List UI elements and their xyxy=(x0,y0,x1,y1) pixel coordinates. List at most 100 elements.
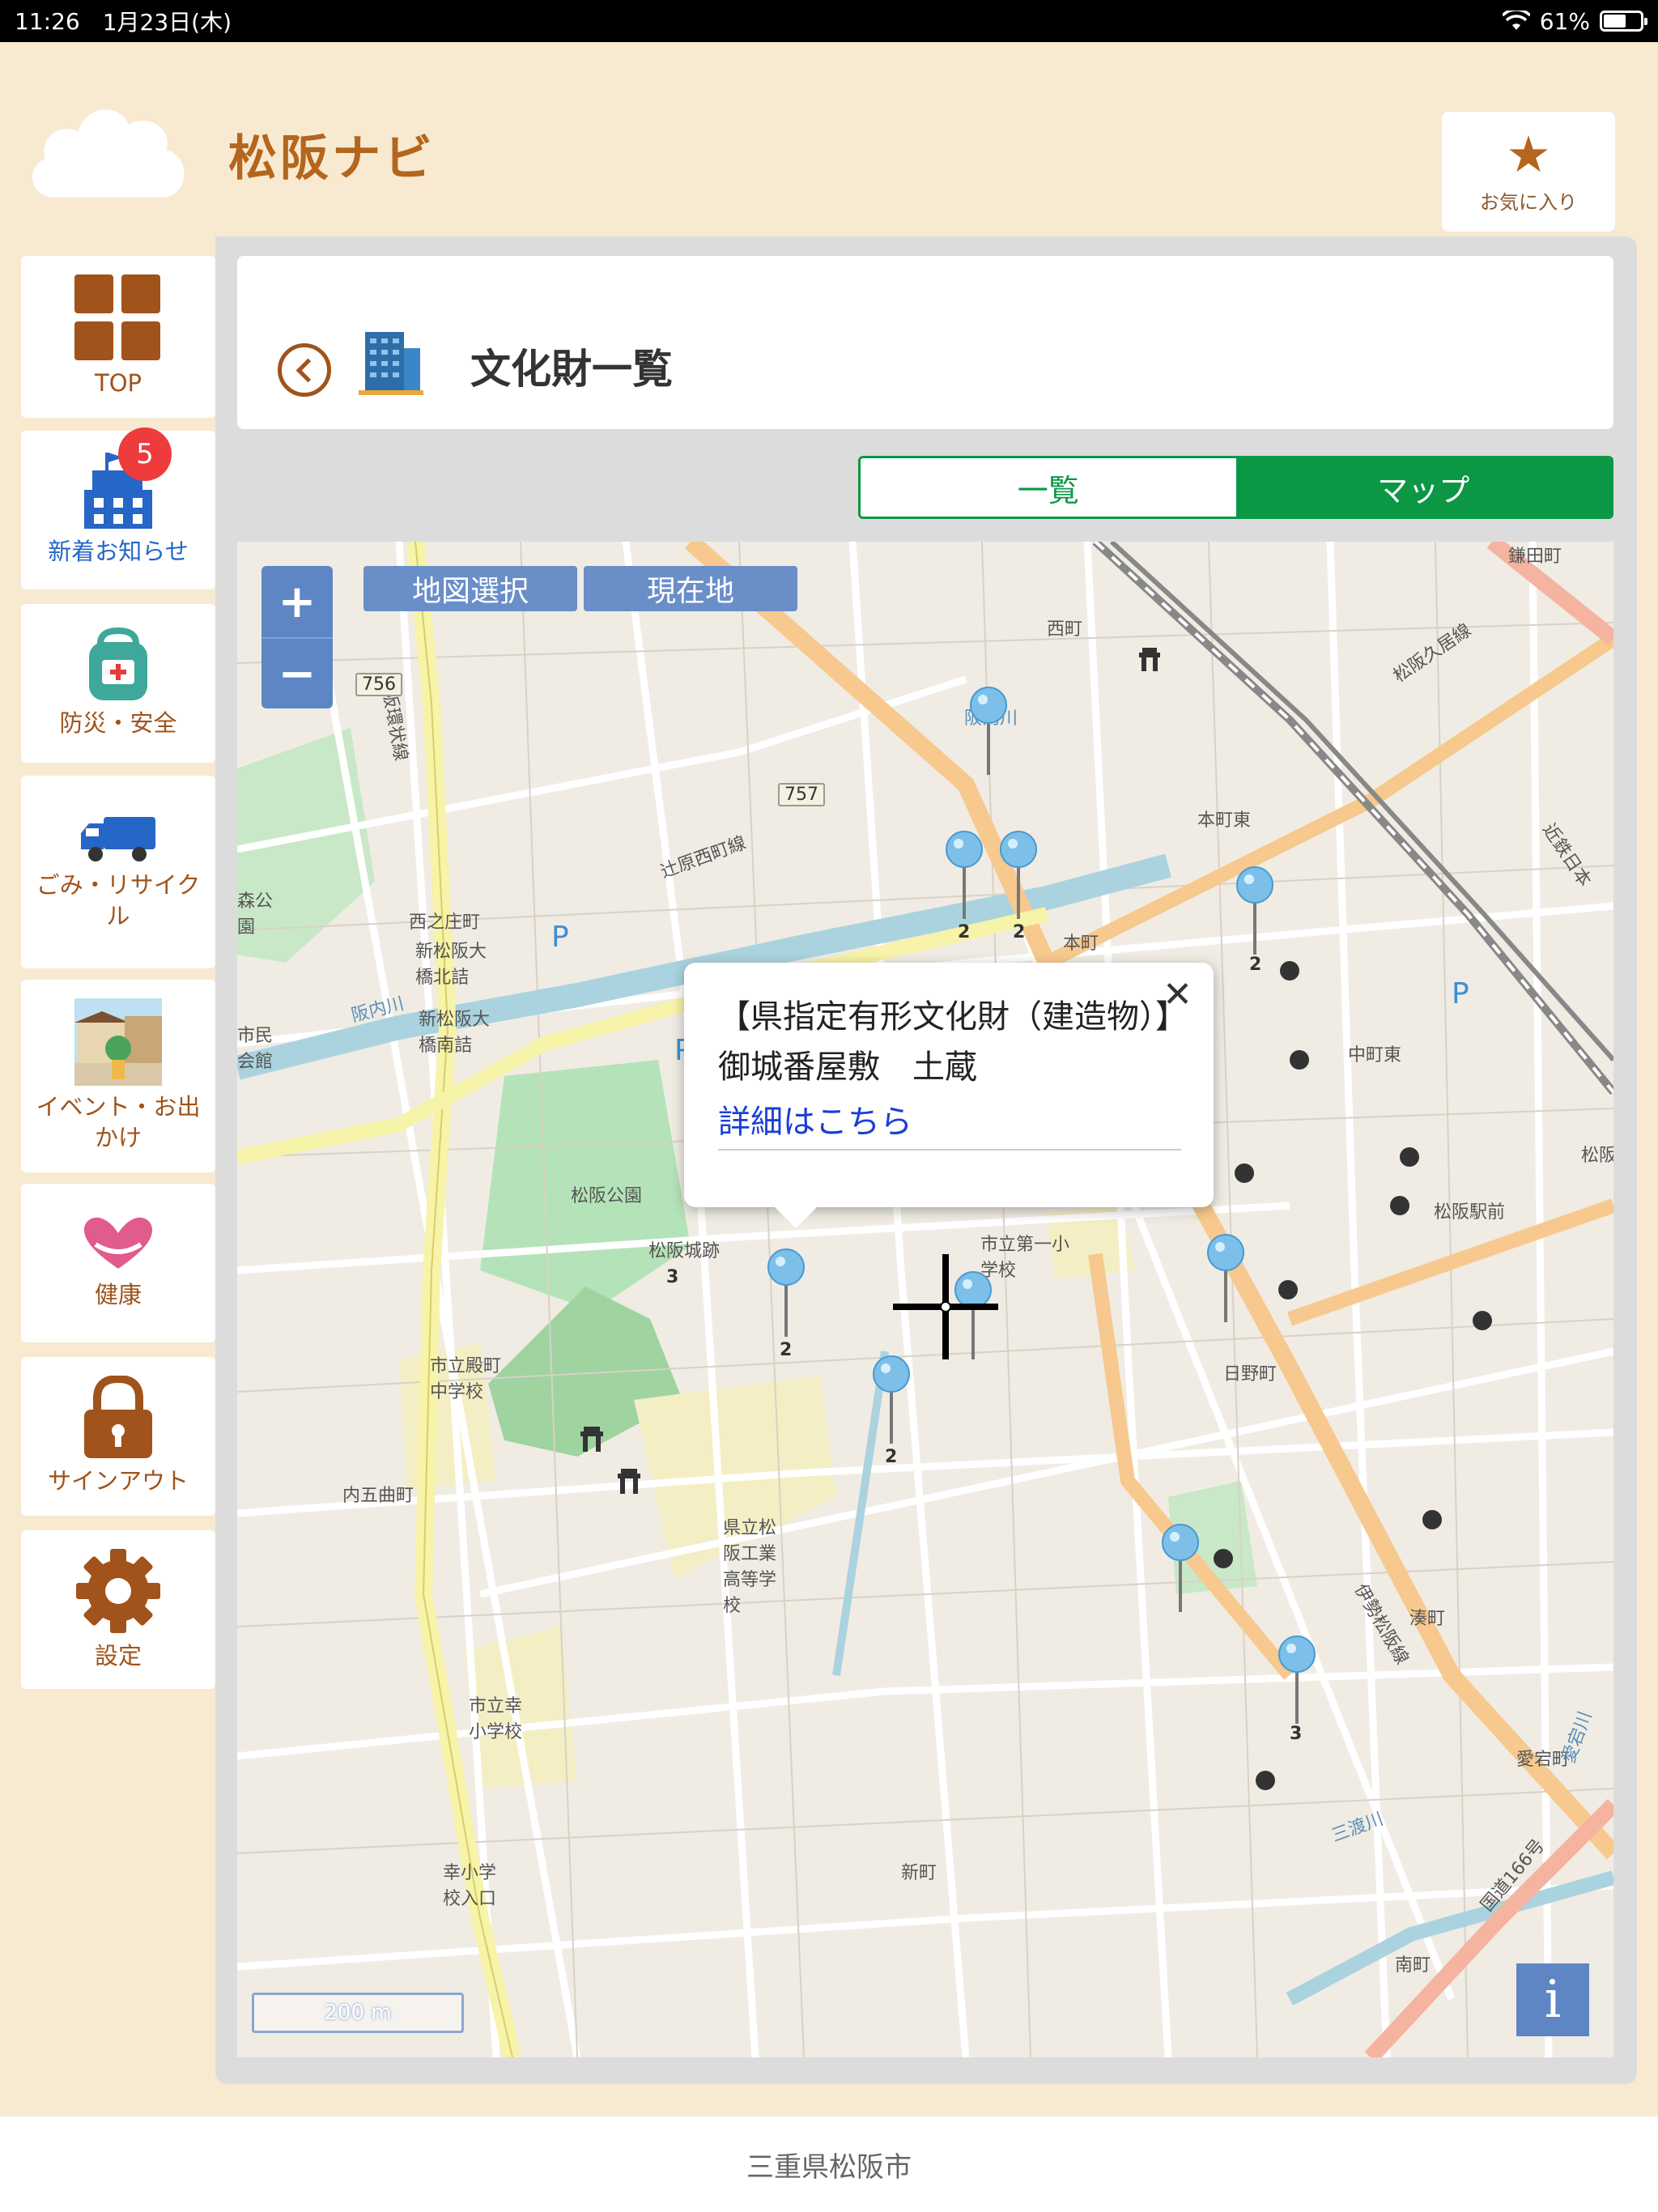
main-panel: 文化財一覧 一覧 マップ P P P 鎌田町 西町 本町東 松阪久居線 辻原西町… xyxy=(215,236,1637,2084)
sidebar-item-health[interactable]: 健康 xyxy=(21,1184,215,1342)
map-label: 市立幸小学校 xyxy=(469,1696,523,1742)
map-label: 幸小学校入口 xyxy=(443,1863,497,1909)
sidebar-item-settings[interactable]: 設定 xyxy=(21,1530,215,1689)
pin-count: 2 xyxy=(958,922,971,942)
title-card: 文化財一覧 xyxy=(237,256,1613,429)
status-right: 61% xyxy=(1502,7,1647,35)
map-label: 市民会館 xyxy=(237,1026,274,1072)
road-number: 756 xyxy=(355,673,402,696)
lock-icon xyxy=(84,1376,152,1459)
map-label: 松阪 xyxy=(1581,1146,1613,1166)
map-label: 森公園 xyxy=(237,891,274,938)
page-title: 文化財一覧 xyxy=(470,346,673,393)
map-label: 湊町 xyxy=(1409,1609,1446,1629)
pin-count: 3 xyxy=(1290,1724,1303,1744)
map-label: 新町 xyxy=(901,1863,937,1883)
map-label: 松阪城跡 xyxy=(648,1241,721,1261)
pin-count: 3 xyxy=(666,1267,679,1287)
back-icon[interactable] xyxy=(278,343,331,397)
map-label: 県立松阪工業高等学校 xyxy=(723,1518,777,1616)
map-pin[interactable] xyxy=(1277,1635,1317,1732)
map-label: 新松阪大橋南詰 xyxy=(419,1010,491,1056)
header: 松阪ナビ ★ お気に入り xyxy=(0,42,1658,232)
pin-count: 2 xyxy=(885,1447,898,1467)
sidebar-item-label: ごみ・リサイクル xyxy=(36,871,201,929)
map-pin[interactable] xyxy=(968,686,1009,783)
map-pin[interactable] xyxy=(766,1248,806,1345)
star-icon: ★ xyxy=(1506,124,1551,184)
battery-icon xyxy=(1600,11,1647,32)
backpack-icon xyxy=(89,627,147,701)
map-label: 市立殿町中学校 xyxy=(430,1356,502,1402)
sidebar-item-label: イベント・お出かけ xyxy=(36,1093,201,1151)
map-label: 中町東 xyxy=(1348,1045,1402,1066)
map-pin[interactable] xyxy=(1235,866,1275,963)
current-location-button[interactable]: 現在地 xyxy=(584,566,797,611)
news-badge: 5 xyxy=(118,428,172,481)
map-label: 本町 xyxy=(1063,934,1099,954)
map-select-button[interactable]: 地図選択 xyxy=(363,566,577,611)
crosshair-icon xyxy=(893,1254,998,1359)
map-label: 西之庄町 xyxy=(409,912,481,933)
sidebar-item-news[interactable]: 5 新着お知らせ xyxy=(21,428,215,589)
cloud-logo-icon xyxy=(32,109,185,198)
pin-count: 2 xyxy=(780,1340,793,1360)
map-label: 日野町 xyxy=(1223,1364,1278,1385)
battery-fill xyxy=(1604,15,1626,28)
sidebar-item-label: 防災・安全 xyxy=(59,709,177,738)
scale-bar: 200 m xyxy=(252,1993,464,2033)
close-icon[interactable]: ✕ xyxy=(1163,974,1192,1015)
garbage-truck-icon xyxy=(81,817,155,862)
office-building-icon xyxy=(359,332,423,395)
tab-list[interactable]: 一覧 xyxy=(861,458,1236,517)
footer: 三重県松阪市 xyxy=(0,2116,1658,2212)
map[interactable]: P P P 鎌田町 西町 阪内川 本町東 松阪久居線 辻原西町線 西之庄町 新松… xyxy=(237,542,1613,2057)
sidebar-item-label: 設定 xyxy=(94,1642,142,1670)
svg-text:P: P xyxy=(1452,977,1469,1010)
sidebar-item-top[interactable]: TOP xyxy=(21,256,215,418)
pin-count: 2 xyxy=(1013,922,1026,942)
app-title: 松阪ナビ xyxy=(228,130,436,187)
tab-map[interactable]: マップ xyxy=(1235,458,1611,517)
road-number: 757 xyxy=(778,783,825,806)
info-button[interactable]: i xyxy=(1516,1963,1589,2036)
map-popup: ✕ 【県指定有形文化財（建造物）】 御城番屋敷 土蔵 詳細はこちら xyxy=(684,963,1214,1228)
sidebar-item-label: サインアウト xyxy=(47,1467,189,1495)
status-time: 11:26 xyxy=(15,7,80,35)
battery-percent: 61% xyxy=(1539,7,1590,35)
view-toggle: 一覧 マップ xyxy=(858,456,1613,519)
sidebar-item-label: 健康 xyxy=(94,1281,142,1309)
map-pin[interactable] xyxy=(1205,1233,1246,1330)
favorites-button[interactable]: ★ お気に入り xyxy=(1442,112,1615,232)
event-icon xyxy=(74,998,162,1087)
map-label: 内五曲町 xyxy=(342,1486,414,1506)
sidebar-item-label: TOP xyxy=(94,369,142,398)
zoom-in-button[interactable]: + xyxy=(261,566,333,637)
sidebar-item-label: 新着お知らせ xyxy=(48,538,189,566)
footer-text: 三重県松阪市 xyxy=(746,2150,912,2184)
favorites-label: お気に入り xyxy=(1480,190,1577,214)
sidebar-item-signout[interactable]: サインアウト xyxy=(21,1357,215,1516)
wifi-icon xyxy=(1502,11,1530,30)
map-label: 南町 xyxy=(1395,1955,1431,1976)
svg-text:P: P xyxy=(551,921,569,954)
map-pin[interactable] xyxy=(871,1355,912,1452)
status-date: 1月23日(木) xyxy=(102,9,232,36)
popup-detail-link[interactable]: 詳細はこちら xyxy=(718,1095,1181,1151)
map-pin[interactable] xyxy=(998,830,1039,927)
sidebar-item-disaster[interactable]: 防災・安全 xyxy=(21,604,215,763)
zoom-out-button[interactable]: − xyxy=(261,637,333,708)
map-label: 西町 xyxy=(1047,619,1083,640)
popup-title: 【県指定有形文化財（建造物）】 御城番屋敷 土蔵 xyxy=(718,998,1204,1086)
sidebar-item-events[interactable]: イベント・お出かけ xyxy=(21,980,215,1172)
map-label: 本町東 xyxy=(1197,810,1252,831)
map-label: 新松阪大橋北詰 xyxy=(415,942,487,988)
status-bar: 11:26 1月23日(木) 61% xyxy=(0,0,1658,42)
map-pin[interactable] xyxy=(944,830,984,927)
map-label: 松阪公園 xyxy=(571,1186,643,1206)
map-pin[interactable] xyxy=(1160,1523,1201,1620)
grid-icon xyxy=(74,274,160,361)
heart-hands-icon xyxy=(84,1217,152,1270)
sidebar-item-garbage[interactable]: ごみ・リサイクル xyxy=(21,776,215,968)
gear-icon xyxy=(76,1549,160,1634)
